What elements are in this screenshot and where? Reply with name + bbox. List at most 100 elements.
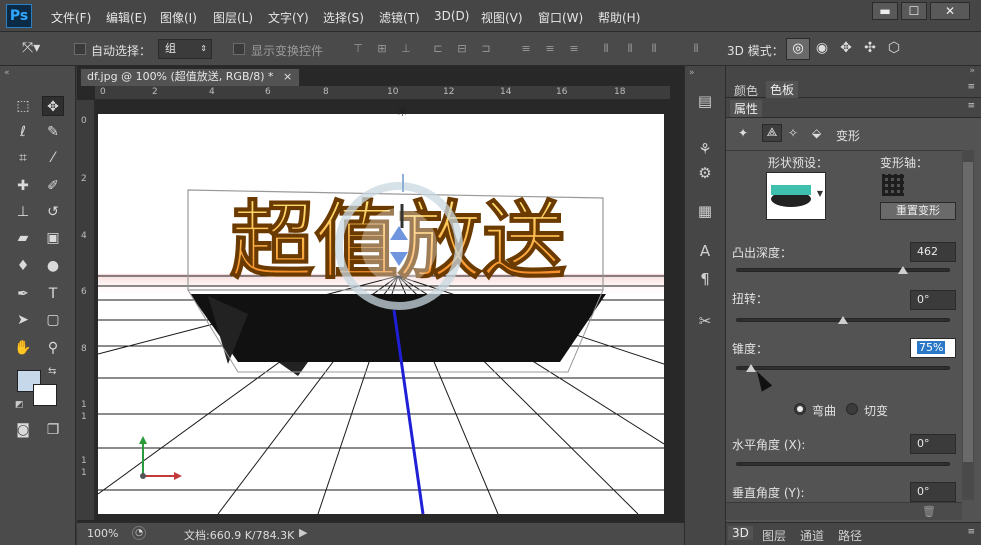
menu-window[interactable]: 窗口(W)	[538, 9, 583, 26]
delete-icon[interactable]: 🗑	[922, 505, 936, 518]
paragraph-icon[interactable]: ¶	[692, 268, 718, 290]
clone-stamp-tool-icon[interactable]: ⊥	[12, 202, 34, 222]
extrude-depth-input[interactable]: 462	[910, 242, 956, 262]
path-select-tool-icon[interactable]: ➤	[12, 310, 34, 330]
move-tool-icon[interactable]: ⤧▾	[22, 40, 40, 56]
twist-knob[interactable]	[838, 316, 848, 324]
panel-menu-icon[interactable]: ≡	[967, 527, 975, 537]
canvas[interactable]: 超值放送	[98, 114, 664, 514]
tab-swatches[interactable]: 色板	[766, 81, 799, 98]
brush-tool-icon[interactable]: ✐	[42, 176, 64, 196]
tool-presets-icon[interactable]: ✂	[692, 310, 718, 332]
reset-deform-button[interactable]: 重置变形	[880, 202, 956, 220]
collapse-chevron-icon[interactable]: «	[4, 68, 10, 78]
crop-tool-icon[interactable]: ⌗	[12, 148, 34, 168]
restore-button[interactable]: ☐	[901, 2, 927, 20]
collapse-chevron-icon[interactable]: »	[969, 66, 975, 76]
align-top-icon[interactable]: ⊤	[350, 42, 366, 56]
auto-select-checkbox[interactable]	[74, 43, 86, 55]
distribute-hcenter-icon[interactable]: ⦀	[622, 42, 638, 56]
distribute-vcenter-icon[interactable]: ≡	[542, 42, 558, 56]
horizontal-angle-slider[interactable]	[736, 462, 950, 466]
color-panel-icon[interactable]: ▤	[692, 90, 718, 112]
shape-preset-thumbnail[interactable]: ▼	[766, 172, 826, 220]
gradient-tool-icon[interactable]: ▣	[42, 228, 64, 248]
orbit-3d-icon[interactable]: ◎	[786, 38, 810, 60]
show-transform-checkbox[interactable]	[233, 43, 245, 55]
align-vcenter-icon[interactable]: ⊞	[374, 42, 390, 56]
move-tool-icon[interactable]: ✥	[42, 96, 64, 116]
swap-colors-icon[interactable]: ⇆	[48, 366, 56, 377]
history-icon[interactable]: ▦	[692, 200, 718, 222]
menu-view[interactable]: 视图(V)	[481, 9, 523, 26]
tab-paths[interactable]: 路径	[838, 527, 862, 544]
eraser-tool-icon[interactable]: ▰	[12, 228, 34, 248]
status-menu-arrow-icon[interactable]: ▶	[299, 526, 307, 539]
close-tab-icon[interactable]: ×	[283, 70, 292, 83]
deform-icon[interactable]: ⟁	[762, 124, 782, 142]
align-hcenter-icon[interactable]: ⊟	[454, 42, 470, 56]
panel-menu-icon[interactable]: ≡	[967, 82, 975, 92]
mesh-icon[interactable]: ✦	[738, 126, 748, 140]
zoom-level[interactable]: 100%	[87, 527, 118, 540]
marquee-tool-icon[interactable]: ⬚	[12, 96, 34, 116]
background-color-swatch[interactable]	[33, 384, 57, 406]
zoom-tool-icon[interactable]: ⚲	[42, 338, 64, 358]
healing-brush-tool-icon[interactable]: ✚	[12, 176, 34, 196]
deform-axis-grid-icon[interactable]	[882, 174, 904, 196]
taper-slider[interactable]	[736, 366, 950, 370]
history-brush-tool-icon[interactable]: ↺	[42, 202, 64, 222]
auto-select-dropdown[interactable]: 组 ⇕	[158, 39, 212, 59]
align-bottom-icon[interactable]: ⊥	[398, 42, 414, 56]
slide-3d-icon[interactable]: ✣	[862, 41, 878, 55]
cap-icon[interactable]: ✧	[788, 126, 798, 140]
pen-tool-icon[interactable]: ✒	[12, 284, 34, 304]
menu-file[interactable]: 文件(F)	[51, 9, 91, 26]
scrollbar-thumb[interactable]	[963, 162, 973, 462]
type-tool-icon[interactable]: T	[42, 284, 64, 304]
menu-edit[interactable]: 编辑(E)	[106, 9, 147, 26]
lasso-tool-icon[interactable]: ℓ	[12, 122, 34, 142]
adjustments-icon[interactable]: ⚘	[692, 138, 718, 160]
pan-3d-icon[interactable]: ✥	[838, 41, 854, 55]
menu-filter[interactable]: 滤镜(T)	[379, 9, 420, 26]
tab-layers[interactable]: 图层	[762, 527, 786, 544]
styles-icon[interactable]: ⚙	[692, 162, 718, 184]
close-button[interactable]: ✕	[930, 2, 970, 20]
shear-radio[interactable]	[846, 403, 858, 415]
panel-scrollbar[interactable]	[962, 150, 974, 500]
distribute-top-icon[interactable]: ≡	[518, 42, 534, 56]
quick-select-tool-icon[interactable]: ✎	[42, 122, 64, 142]
eyedropper-tool-icon[interactable]: ⁄	[42, 148, 64, 168]
bend-radio[interactable]	[794, 403, 806, 415]
taper-knob[interactable]	[745, 364, 756, 372]
tab-3d[interactable]: 3D	[728, 526, 753, 540]
character-icon[interactable]: A	[692, 240, 718, 262]
vertical-angle-input[interactable]: 0°	[910, 482, 956, 502]
panel-menu-icon[interactable]: ≡	[967, 101, 975, 111]
menu-select[interactable]: 选择(S)	[323, 9, 364, 26]
taper-input[interactable]: 75%	[910, 338, 956, 358]
collapse-chevron-icon[interactable]: »	[689, 68, 695, 78]
distribute-right-icon[interactable]: ⦀	[646, 42, 662, 56]
default-colors-icon[interactable]: ◩	[15, 400, 24, 410]
distribute-left-icon[interactable]: ⦀	[598, 42, 614, 56]
menu-image[interactable]: 图像(I)	[160, 9, 197, 26]
extrude-depth-knob[interactable]	[897, 266, 908, 274]
menu-type[interactable]: 文字(Y)	[268, 9, 309, 26]
menu-3d[interactable]: 3D(D)	[434, 9, 469, 23]
shape-tool-icon[interactable]: ▢	[42, 310, 64, 330]
auto-align-icon[interactable]: ⦀	[688, 42, 704, 56]
document-tab[interactable]: df.jpg @ 100% (超值放送, RGB/8) * ×	[80, 68, 300, 86]
screen-mode-icon[interactable]: ❐	[42, 420, 64, 440]
light-source-icon[interactable]: ☀	[396, 104, 409, 120]
dropdown-arrow-icon[interactable]: ▼	[817, 189, 823, 198]
twist-input[interactable]: 0°	[910, 290, 956, 310]
align-right-icon[interactable]: ⊐	[478, 42, 494, 56]
menu-help[interactable]: 帮助(H)	[598, 9, 640, 26]
roll-3d-icon[interactable]: ◉	[814, 41, 830, 55]
distribute-bottom-icon[interactable]: ≡	[566, 42, 582, 56]
dodge-tool-icon[interactable]: ●	[42, 256, 64, 276]
tab-color[interactable]: 颜色	[734, 82, 758, 99]
menu-layer[interactable]: 图层(L)	[213, 9, 253, 26]
